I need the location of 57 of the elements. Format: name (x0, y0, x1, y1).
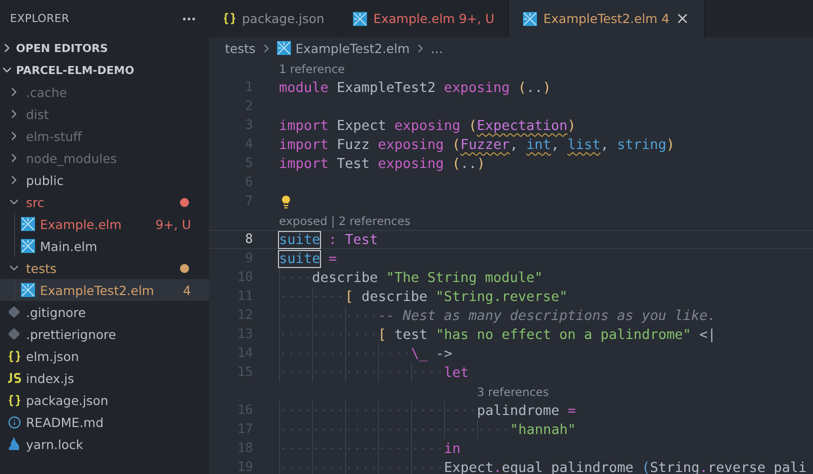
code-line: let (444, 364, 469, 380)
braces-icon (223, 12, 236, 25)
file-item[interactable]: Example.elm 9+, U (0, 213, 209, 235)
explorer-title: EXPLORER (10, 12, 70, 25)
code-line: suite = (279, 250, 337, 266)
folder-item[interactable]: node_modules (0, 147, 209, 169)
elm-file-icon (353, 12, 368, 26)
section-header[interactable]: PARCEL-ELM-DEMO (0, 59, 209, 81)
breadcrumb-item[interactable]: … (430, 40, 444, 56)
file-item[interactable]: package.json (0, 389, 209, 411)
folder-item[interactable]: public (0, 169, 209, 191)
elm-file-icon (523, 12, 538, 26)
code-line: [ test "has no effect on a palindrome" <| (378, 326, 716, 342)
breadcrumb-item[interactable]: ExampleTest2.elm (276, 40, 410, 56)
section-header[interactable]: OPEN EDITORS (0, 37, 209, 59)
elm-file-icon (276, 41, 291, 55)
braces-icon (8, 394, 20, 406)
folder-item[interactable]: tests (0, 257, 209, 279)
editor-tab[interactable]: ExampleTest2.elm 4 (509, 0, 706, 37)
code-line: describe "The String module" (312, 270, 543, 286)
code-line: suite : Test (279, 232, 378, 248)
file-item[interactable]: index.js (0, 367, 209, 389)
diamond-icon (8, 328, 20, 340)
elm-file-icon (21, 283, 35, 297)
codelens-link[interactable]: 1 reference (279, 62, 345, 76)
diamond-icon (8, 306, 20, 318)
code-line: in (444, 440, 460, 456)
code-line: \_ -> (411, 346, 452, 362)
codelens-link[interactable]: 3 references (477, 384, 549, 398)
file-item[interactable]: .prettierignore (0, 323, 209, 345)
code-line: import Expect exposing (Expectation) (279, 118, 576, 134)
info-icon (8, 416, 20, 428)
code-line: "hannah" (510, 422, 576, 438)
breadcrumb-item[interactable]: tests (225, 40, 256, 56)
file-item[interactable]: ExampleTest2.elm 4 (0, 279, 209, 301)
code-line: import Test exposing (..) (279, 156, 486, 172)
code-line: import Fuzz exposing (Fuzzer, int, list, string) (279, 136, 675, 152)
file-item[interactable]: Main.elm (0, 235, 209, 257)
code-line: -- Nest as many descriptions as you like. (378, 308, 716, 324)
folder-item[interactable]: elm-stuff (0, 125, 209, 147)
elm-file-icon (21, 239, 35, 253)
line-number: 8 (244, 232, 253, 247)
braces-icon (8, 350, 20, 362)
elm-file-icon (21, 217, 35, 231)
file-item[interactable]: yarn.lock (0, 433, 209, 455)
code-line: palindrome = (477, 402, 576, 418)
folder-item[interactable]: .cache (0, 81, 209, 103)
js-file-icon (7, 373, 21, 383)
code-line: module ExampleTest2 exposing (..) (279, 80, 551, 96)
folder-item[interactable]: dist (0, 103, 209, 125)
codelens-link[interactable]: exposed | 2 references (279, 214, 410, 228)
file-item[interactable]: .gitignore (0, 301, 209, 323)
file-item[interactable]: README.md (0, 411, 209, 433)
lightbulb-icon[interactable] (279, 194, 293, 208)
code-line: [ describe "String.reverse" (345, 288, 568, 304)
folder-item[interactable]: src (0, 191, 209, 213)
file-item[interactable]: elm.json (0, 345, 209, 367)
